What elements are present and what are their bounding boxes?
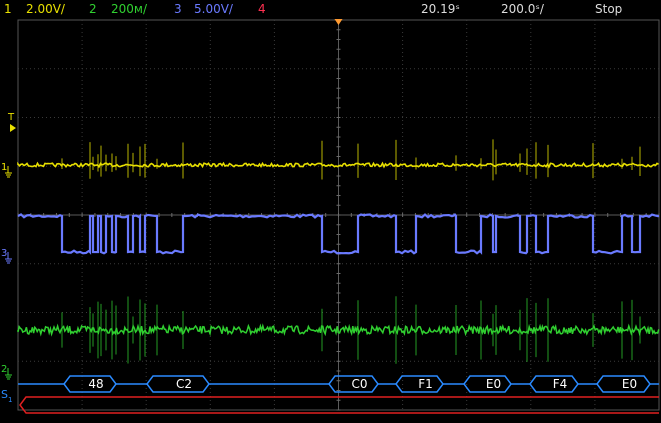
decode-packet-label: F1: [418, 377, 433, 391]
decode-packet-label: E0: [622, 377, 637, 391]
serial-bus-subscript: 1: [8, 396, 12, 404]
serial-frame-line: [19, 396, 659, 414]
graticule: [17, 19, 660, 411]
scope-display[interactable]: 48 C2 C0 F1 E0 F4 E0 T132S 1: [0, 0, 661, 423]
decode-packet-label: E0: [486, 377, 501, 391]
trigger-position-marker: [334, 19, 343, 25]
ch1-ground-label: 1: [1, 162, 7, 173]
decode-packet-label: C2: [176, 377, 192, 391]
trigger-level-label: T: [7, 112, 15, 123]
decode-packet-label: 48: [88, 377, 103, 391]
decode-packet-label: C0: [351, 377, 367, 391]
serial-bus-label: S: [1, 388, 8, 401]
channel-markers: T132S 1: [1, 112, 16, 404]
ch3-ground-label: 3: [1, 248, 7, 259]
ch2-ground-label: 2: [1, 364, 7, 375]
decode-packet-label: F4: [553, 377, 568, 391]
trigger-level-marker: [10, 124, 16, 132]
